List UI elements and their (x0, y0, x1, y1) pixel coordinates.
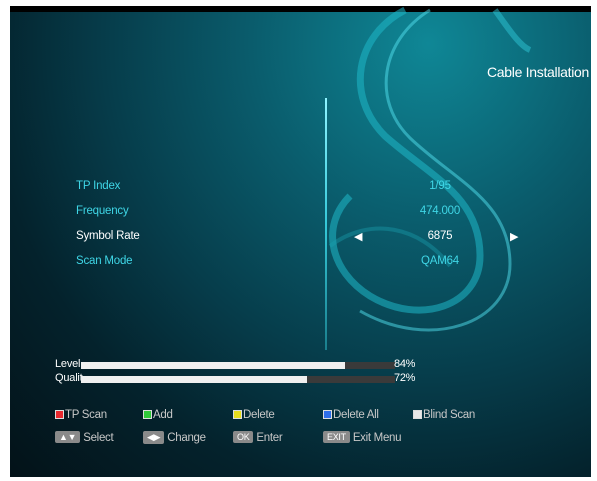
page-title: Cable Installation (487, 64, 589, 80)
legend-yellow: Delete (233, 409, 275, 421)
legend-enter-label: Enter (256, 432, 283, 444)
legend-red-label: TP Scan (65, 409, 107, 421)
legend-white-label: Blind Scan (423, 409, 475, 421)
legend-red: TP Scan (55, 409, 107, 421)
ok-key-icon: OK (233, 431, 254, 443)
level-bar (81, 362, 395, 369)
yellow-key-icon (233, 410, 242, 419)
up-down-key-icon: ▲▼ (55, 431, 81, 443)
green-key-icon (143, 410, 152, 419)
legend-change-label: Change (167, 432, 206, 444)
white-key-icon (413, 410, 422, 419)
legend-white: Blind Scan (413, 409, 475, 421)
symbol-rate-label[interactable]: Symbol Rate (76, 230, 140, 242)
left-arrow-icon[interactable]: ◀ (354, 230, 362, 243)
legend-green: Add (143, 409, 173, 421)
legend-green-label: Add (153, 409, 173, 421)
tp-index-value[interactable]: 1/95 (390, 180, 490, 192)
legend-yellow-label: Delete (243, 409, 275, 421)
legend-blue: Delete All (323, 409, 379, 421)
frequency-value[interactable]: 474.000 (390, 205, 490, 217)
legend-change: ◀▶ Change (143, 431, 206, 444)
legend-exit: EXIT Exit Menu (323, 431, 402, 444)
level-percent: 84% (394, 358, 416, 370)
left-right-key-icon: ◀▶ (143, 431, 165, 444)
legend-select: ▲▼ Select (55, 431, 114, 444)
quality-bar (81, 376, 395, 383)
legend-blue-label: Delete All (333, 409, 379, 421)
frequency-label[interactable]: Frequency (76, 205, 129, 217)
symbol-rate-value[interactable]: 6875 (390, 230, 490, 242)
tv-screen: Cable Installation TP Index 1/95 Frequen… (10, 6, 591, 477)
quality-bar-fill (81, 376, 308, 383)
level-label: Level (55, 358, 81, 370)
level-bar-fill (81, 362, 345, 369)
quality-label: Qualit (55, 372, 83, 384)
legend-select-label: Select (83, 432, 114, 444)
quality-percent: 72% (394, 372, 416, 384)
exit-key-icon: EXIT (323, 431, 350, 443)
legend-exit-label: Exit Menu (352, 432, 402, 444)
tp-index-label[interactable]: TP Index (76, 180, 120, 192)
scan-mode-label[interactable]: Scan Mode (76, 255, 133, 267)
red-key-icon (55, 410, 64, 419)
right-arrow-icon[interactable]: ▶ (510, 230, 518, 243)
vertical-divider (325, 98, 327, 350)
scan-mode-value[interactable]: QAM64 (390, 255, 490, 267)
blue-key-icon (323, 410, 332, 419)
legend-enter: OK Enter (233, 431, 283, 444)
